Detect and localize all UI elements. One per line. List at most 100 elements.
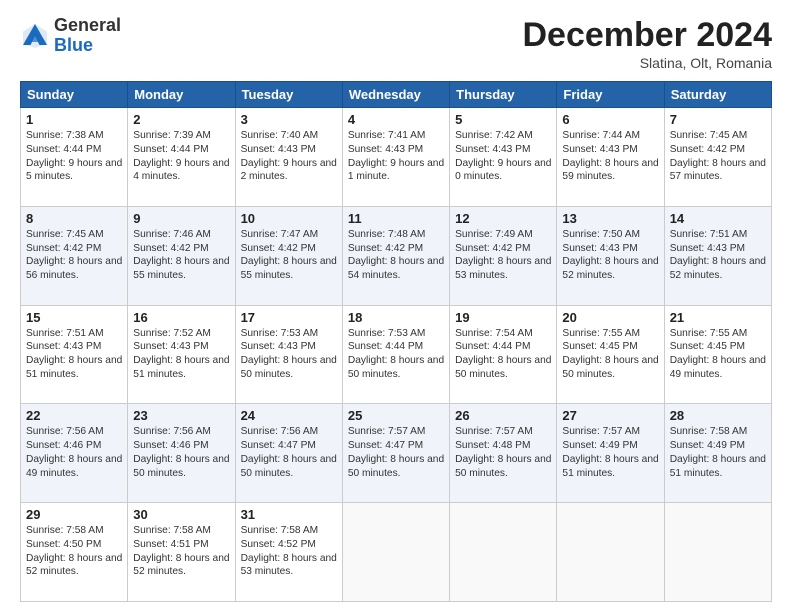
day-detail: Sunrise: 7:55 AMSunset: 4:45 PMDaylight:… [562,328,658,380]
table-row: 2 Sunrise: 7:39 AMSunset: 4:44 PMDaylight… [128,108,235,207]
table-row: 5 Sunrise: 7:42 AMSunset: 4:43 PMDaylight… [450,108,557,207]
table-row: 7 Sunrise: 7:45 AMSunset: 4:42 PMDaylight… [664,108,771,207]
day-detail: Sunrise: 7:41 AMSunset: 4:43 PMDaylight:… [348,130,444,182]
table-row: 11 Sunrise: 7:48 AMSunset: 4:42 PMDayligh… [342,206,449,305]
table-row [664,503,771,602]
table-row: 22 Sunrise: 7:56 AMSunset: 4:46 PMDayligh… [21,404,128,503]
day-number: 5 [455,112,551,127]
table-row: 18 Sunrise: 7:53 AMSunset: 4:44 PMDayligh… [342,305,449,404]
day-number: 20 [562,310,658,325]
day-detail: Sunrise: 7:56 AMSunset: 4:46 PMDaylight:… [26,426,122,478]
day-number: 27 [562,408,658,423]
table-row: 26 Sunrise: 7:57 AMSunset: 4:48 PMDayligh… [450,404,557,503]
day-number: 12 [455,211,551,226]
table-row: 4 Sunrise: 7:41 AMSunset: 4:43 PMDaylight… [342,108,449,207]
day-detail: Sunrise: 7:51 AMSunset: 4:43 PMDaylight:… [670,229,766,281]
day-detail: Sunrise: 7:55 AMSunset: 4:45 PMDaylight:… [670,328,766,380]
day-number: 6 [562,112,658,127]
table-row: 16 Sunrise: 7:52 AMSunset: 4:43 PMDayligh… [128,305,235,404]
table-row: 28 Sunrise: 7:58 AMSunset: 4:49 PMDayligh… [664,404,771,503]
day-detail: Sunrise: 7:58 AMSunset: 4:52 PMDaylight:… [241,525,337,577]
day-detail: Sunrise: 7:48 AMSunset: 4:42 PMDaylight:… [348,229,444,281]
table-row: 20 Sunrise: 7:55 AMSunset: 4:45 PMDayligh… [557,305,664,404]
table-row: 30 Sunrise: 7:58 AMSunset: 4:51 PMDayligh… [128,503,235,602]
logo: General Blue [20,16,121,56]
day-number: 19 [455,310,551,325]
table-row: 25 Sunrise: 7:57 AMSunset: 4:47 PMDayligh… [342,404,449,503]
col-thursday: Thursday [450,82,557,108]
location-subtitle: Slatina, Olt, Romania [522,55,772,71]
day-detail: Sunrise: 7:58 AMSunset: 4:49 PMDaylight:… [670,426,766,478]
day-number: 25 [348,408,444,423]
table-row: 29 Sunrise: 7:58 AMSunset: 4:50 PMDayligh… [21,503,128,602]
col-saturday: Saturday [664,82,771,108]
month-title: December 2024 [522,16,772,55]
table-row: 27 Sunrise: 7:57 AMSunset: 4:49 PMDayligh… [557,404,664,503]
col-tuesday: Tuesday [235,82,342,108]
logo-text: General Blue [54,16,121,56]
day-detail: Sunrise: 7:40 AMSunset: 4:43 PMDaylight:… [241,130,337,182]
day-number: 2 [133,112,229,127]
table-row: 8Sunrise: 7:45 AMSunset: 4:42 PMDaylight… [21,206,128,305]
day-number: 22 [26,408,122,423]
day-number: 29 [26,507,122,522]
day-detail: Sunrise: 7:45 AMSunset: 4:42 PMDaylight:… [670,130,766,182]
col-monday: Monday [128,82,235,108]
page: General Blue December 2024 Slatina, Olt,… [0,0,792,612]
day-detail: Sunrise: 7:58 AMSunset: 4:51 PMDaylight:… [133,525,229,577]
table-row: 24Sunrise: 7:56 AMSunset: 4:47 PMDayligh… [235,404,342,503]
table-row: 13 Sunrise: 7:50 AMSunset: 4:43 PMDayligh… [557,206,664,305]
table-row: 3Sunrise: 7:40 AMSunset: 4:43 PMDaylight… [235,108,342,207]
day-number: 14 [670,211,766,226]
day-number: 7 [670,112,766,127]
day-detail: Sunrise: 7:44 AMSunset: 4:43 PMDaylight:… [562,130,658,182]
calendar-table: Sunday Monday Tuesday Wednesday Thursday… [20,81,772,602]
calendar-header-row: Sunday Monday Tuesday Wednesday Thursday… [21,82,772,108]
day-detail: Sunrise: 7:53 AMSunset: 4:43 PMDaylight:… [241,328,337,380]
day-detail: Sunrise: 7:57 AMSunset: 4:49 PMDaylight:… [562,426,658,478]
col-wednesday: Wednesday [342,82,449,108]
day-number: 30 [133,507,229,522]
day-detail: Sunrise: 7:54 AMSunset: 4:44 PMDaylight:… [455,328,551,380]
day-detail: Sunrise: 7:56 AMSunset: 4:46 PMDaylight:… [133,426,229,478]
day-number: 11 [348,211,444,226]
day-detail: Sunrise: 7:50 AMSunset: 4:43 PMDaylight:… [562,229,658,281]
table-row: 21 Sunrise: 7:55 AMSunset: 4:45 PMDayligh… [664,305,771,404]
day-detail: Sunrise: 7:57 AMSunset: 4:47 PMDaylight:… [348,426,444,478]
day-number: 13 [562,211,658,226]
day-number: 10 [241,211,337,226]
day-detail: Sunrise: 7:49 AMSunset: 4:42 PMDaylight:… [455,229,551,281]
day-number: 1 [26,112,122,127]
table-row: 1 Sunrise: 7:38 AMSunset: 4:44 PMDaylight… [21,108,128,207]
day-detail: Sunrise: 7:56 AMSunset: 4:47 PMDaylight:… [241,426,337,478]
day-number: 16 [133,310,229,325]
logo-blue: Blue [54,35,93,55]
col-friday: Friday [557,82,664,108]
day-detail: Sunrise: 7:42 AMSunset: 4:43 PMDaylight:… [455,130,551,182]
day-number: 9 [133,211,229,226]
day-detail: Sunrise: 7:52 AMSunset: 4:43 PMDaylight:… [133,328,229,380]
day-number: 4 [348,112,444,127]
table-row: 31Sunrise: 7:58 AMSunset: 4:52 PMDayligh… [235,503,342,602]
day-number: 17 [241,310,337,325]
day-number: 28 [670,408,766,423]
table-row: 6 Sunrise: 7:44 AMSunset: 4:43 PMDaylight… [557,108,664,207]
table-row: 12 Sunrise: 7:49 AMSunset: 4:42 PMDayligh… [450,206,557,305]
table-row: 14 Sunrise: 7:51 AMSunset: 4:43 PMDayligh… [664,206,771,305]
table-row [450,503,557,602]
header: General Blue December 2024 Slatina, Olt,… [20,16,772,71]
day-number: 26 [455,408,551,423]
day-number: 18 [348,310,444,325]
table-row [342,503,449,602]
day-detail: Sunrise: 7:39 AMSunset: 4:44 PMDaylight:… [133,130,229,182]
title-section: December 2024 Slatina, Olt, Romania [522,16,772,71]
logo-general: General [54,15,121,35]
table-row [557,503,664,602]
day-detail: Sunrise: 7:47 AMSunset: 4:42 PMDaylight:… [241,229,337,281]
day-detail: Sunrise: 7:57 AMSunset: 4:48 PMDaylight:… [455,426,551,478]
day-detail: Sunrise: 7:53 AMSunset: 4:44 PMDaylight:… [348,328,444,380]
day-detail: Sunrise: 7:58 AMSunset: 4:50 PMDaylight:… [26,525,122,577]
day-detail: Sunrise: 7:46 AMSunset: 4:42 PMDaylight:… [133,229,229,281]
day-detail: Sunrise: 7:38 AMSunset: 4:44 PMDaylight:… [26,130,122,182]
day-number: 21 [670,310,766,325]
